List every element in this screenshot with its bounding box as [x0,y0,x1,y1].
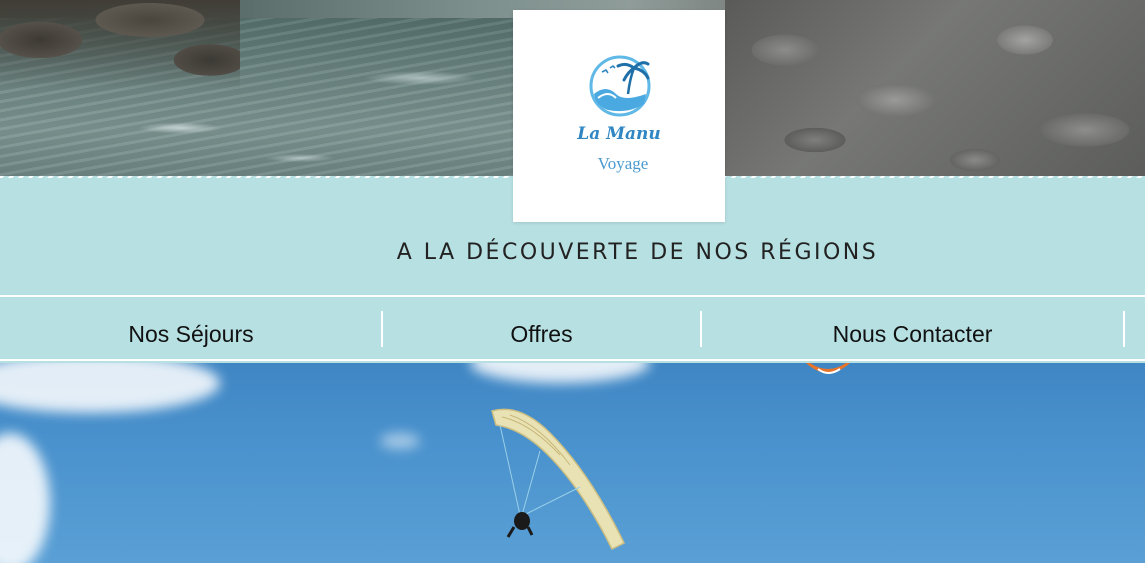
paragliding-image [0,363,1145,563]
cloud [0,363,220,413]
main-nav: Nos Séjours Offres Nous Contacter [0,295,1145,361]
brand-subtitle: Voyage [597,154,649,173]
nav-item-contact[interactable]: Nous Contacter [702,297,1123,359]
page-tagline: A LA DÉCOUVERTE DE NOS RÉGIONS [396,240,879,265]
paraglider [491,408,625,551]
cloud [380,433,420,449]
paraglider-orange [806,363,850,374]
cloud [0,433,50,563]
brand-name: La Manu [577,124,661,144]
site-logo[interactable]: La Manu Voyage [513,10,725,222]
river-rocks-right [725,0,1145,178]
nav-item-offres[interactable]: Offres [383,297,700,359]
cloud [470,363,650,383]
nav-divider [1123,311,1125,347]
river-rocks-left [0,0,240,90]
nav-item-sejours[interactable]: Nos Séjours [0,297,382,359]
palm-tree-wave-logo-icon [589,55,651,117]
